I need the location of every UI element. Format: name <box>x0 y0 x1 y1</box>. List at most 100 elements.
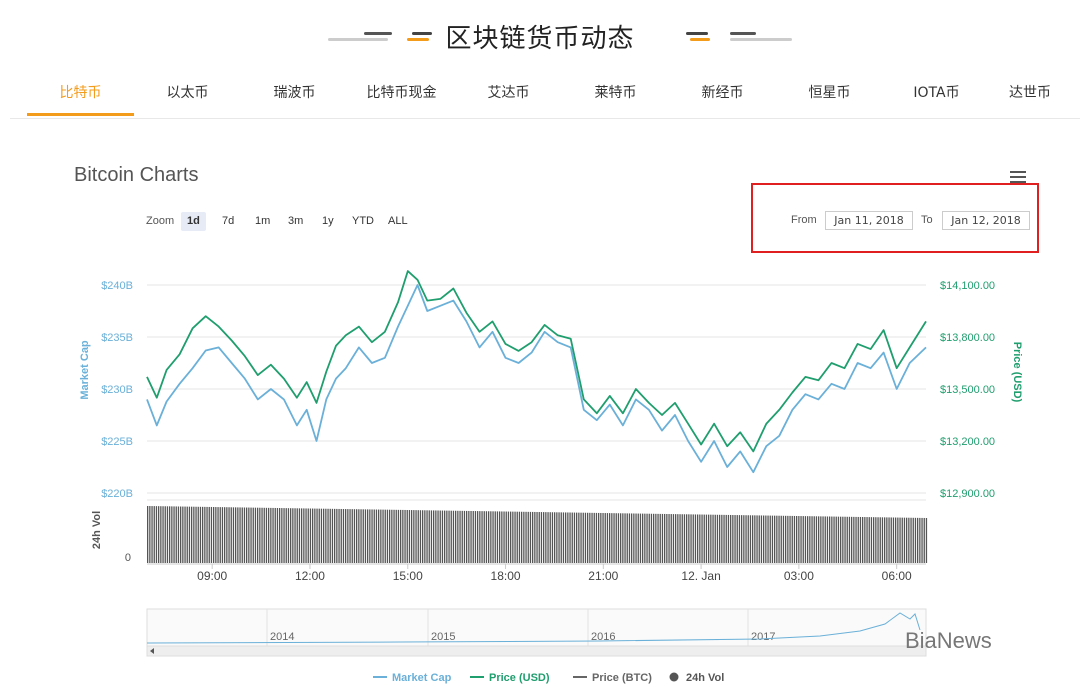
volume-bar <box>532 511 534 563</box>
volume-bar <box>714 514 716 563</box>
right-axis-tick-label: $13,500.00 <box>940 384 995 396</box>
x-axis-tick-label: 09:00 <box>197 569 227 583</box>
volume-bar <box>917 517 919 563</box>
navigator[interactable]: 2014 2015 2016 2017 <box>146 608 927 657</box>
volume-bar <box>391 509 393 563</box>
volume-bar <box>510 511 512 563</box>
legend-entry: Price (USD) <box>489 672 550 684</box>
volume-bar <box>270 507 272 563</box>
volume-bar <box>633 513 635 563</box>
volume-bar <box>494 511 496 563</box>
volume-bar <box>622 513 624 563</box>
x-axis-tick-label: 12:00 <box>295 569 325 583</box>
volume-bar <box>472 511 474 563</box>
volume-bar <box>351 509 353 563</box>
volume-bar <box>369 509 371 563</box>
volume-bar <box>613 513 615 563</box>
volume-bar <box>807 516 809 563</box>
volume-bar <box>485 511 488 563</box>
volume-bar <box>723 514 725 563</box>
volume-bar <box>536 511 538 563</box>
volume-bar <box>840 516 842 563</box>
volume-bar <box>268 507 270 563</box>
volume-bar <box>367 509 369 563</box>
volume-bar <box>171 506 173 563</box>
volume-bar <box>609 513 611 563</box>
volume-bar <box>360 509 362 563</box>
volume-bar <box>763 515 765 563</box>
legend-swatch <box>669 672 679 682</box>
volume-bar <box>217 507 219 563</box>
navigator-tick-label: 2015 <box>431 631 455 643</box>
bitcoin-chart: $220B $12,900.00 $225B $13,200.00 $230B $13,5… <box>79 270 1023 684</box>
volume-bar <box>188 506 191 563</box>
volume-bar <box>642 513 644 563</box>
navigator-tick-label: 2014 <box>270 631 294 643</box>
volume-bar <box>538 512 540 563</box>
volume-bar <box>589 512 591 563</box>
volume-bar <box>173 506 175 563</box>
volume-bar <box>224 507 226 563</box>
volume-bar <box>925 517 928 563</box>
volume-bar <box>378 509 380 563</box>
right-axis-title: Price (USD) <box>1011 342 1023 403</box>
volume-bar <box>228 507 230 563</box>
volume-bar <box>886 517 888 563</box>
volume-bar <box>600 512 602 563</box>
right-axis-tick-label: $13,800.00 <box>940 332 995 344</box>
volume-bar <box>584 512 587 563</box>
left-axis-tick-label: $235B <box>101 332 133 344</box>
volume-bar <box>701 514 703 563</box>
volume-bar <box>760 515 763 563</box>
volume-bar <box>191 506 193 563</box>
volume-bar <box>771 515 774 563</box>
volume-bar <box>873 517 875 563</box>
volume-bar <box>413 510 415 563</box>
volume-bar <box>450 510 452 563</box>
volume-bar <box>261 507 263 563</box>
volume-bar <box>551 512 554 563</box>
x-axis-tick-label: 15:00 <box>393 569 423 583</box>
volume-bar <box>725 514 727 563</box>
volume-bar <box>501 511 503 563</box>
volume-bar <box>866 517 868 563</box>
volume-bar <box>789 515 791 563</box>
volume-bar <box>754 515 756 563</box>
volume-bar <box>461 510 463 563</box>
volume-bar <box>593 512 595 563</box>
volume-bar <box>844 516 846 563</box>
volume-bar <box>721 514 723 563</box>
volume-bar <box>439 510 441 563</box>
volume-bar <box>364 509 367 563</box>
volume-bar <box>690 514 692 563</box>
volume-bar <box>826 516 829 563</box>
volume-bar <box>747 515 749 563</box>
volume-bar <box>316 508 318 563</box>
volume-bar <box>562 512 565 563</box>
left-axis-tick-label: $220B <box>101 488 133 500</box>
volume-bar <box>835 516 837 563</box>
volume-bar <box>567 512 569 563</box>
volume-bar <box>479 511 481 563</box>
volume-bar <box>829 516 831 563</box>
volume-bar <box>336 508 338 563</box>
volume-bar <box>910 517 912 563</box>
volume-bar <box>285 508 287 563</box>
volume-bar <box>677 514 679 563</box>
volume-bar <box>202 506 204 563</box>
volume-bar <box>738 515 741 563</box>
volume-bar <box>556 512 558 563</box>
volume-bar <box>307 508 309 563</box>
volume-bar <box>734 515 736 563</box>
volume-bar <box>822 516 824 563</box>
volume-bar <box>294 508 296 563</box>
chart-legend: Market Cap Price (USD) Price (BTC) 24h Vol <box>373 672 724 684</box>
volume-bar <box>424 510 426 563</box>
volume-bar <box>558 512 560 563</box>
volume-bar <box>683 514 686 563</box>
volume-bar <box>325 508 327 563</box>
volume-bar <box>400 509 402 563</box>
volume-bar <box>796 515 798 563</box>
volume-bar <box>576 512 578 563</box>
volume-bar <box>749 515 752 563</box>
